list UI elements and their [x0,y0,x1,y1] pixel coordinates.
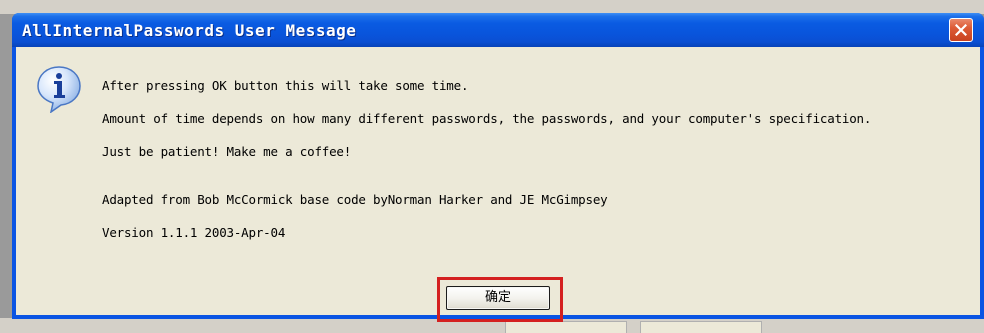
title-bar[interactable]: AllInternalPasswords User Message [12,13,984,47]
message-line-5: Version 1.1.1 2003-Apr-04 [102,225,286,240]
message-dialog: AllInternalPasswords User Message After … [12,13,984,322]
background-cell [640,321,762,333]
close-icon [955,24,967,36]
message-line-2: Amount of time depends on how many diffe… [102,111,872,126]
message-line-4: Adapted from Bob McCormick base code byN… [102,192,608,207]
close-button[interactable] [949,18,973,42]
dialog-body: After pressing OK button this will take … [16,47,980,322]
window-title: AllInternalPasswords User Message [22,21,357,40]
background-window-top [0,0,984,14]
info-icon [36,65,82,117]
background-cell [505,321,627,333]
message-line-3: Just be patient! Make me a coffee! [102,144,352,159]
ok-button[interactable]: 确定 [446,286,550,310]
message-line-1: After pressing OK button this will take … [102,78,469,93]
